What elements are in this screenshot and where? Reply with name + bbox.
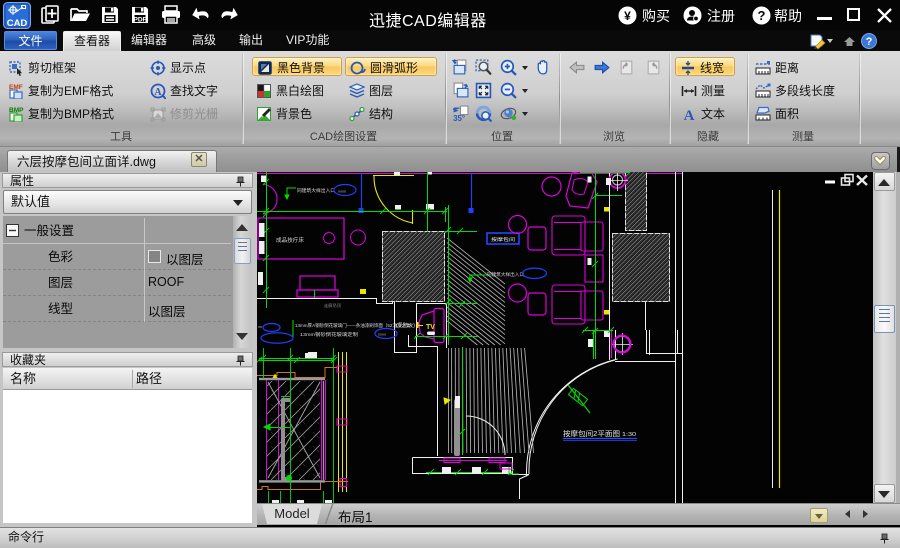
- svg-text:(见防火): (见防火): [396, 322, 415, 329]
- svg-text:按摩包间2平面图: 按摩包间2平面图: [563, 429, 620, 438]
- svg-text:1:30: 1:30: [622, 432, 636, 438]
- svg-text:xx: xx: [258, 324, 262, 329]
- svg-text:xxxx: xxxx: [378, 332, 386, 337]
- svg-text:按摩包间: 按摩包间: [491, 236, 515, 243]
- svg-text:¥: ¥: [624, 9, 631, 23]
- svg-text:成品技疗床: 成品技疗床: [276, 236, 304, 244]
- svg-text:走廊吊顶: 走廊吊顶: [324, 302, 341, 308]
- svg-text:A: A: [154, 87, 162, 98]
- svg-text:35°: 35°: [453, 114, 465, 122]
- svg-text:A: A: [684, 108, 695, 122]
- svg-text:?: ?: [758, 8, 766, 23]
- svg-text:PDF: PDF: [134, 17, 147, 24]
- svg-text:?: ?: [866, 36, 873, 48]
- svg-text:同建筑大样出入口: 同建筑大样出入口: [297, 187, 335, 194]
- svg-text:同建筑大样出入口: 同建筑大样出入口: [487, 271, 524, 278]
- svg-text:13mm钢砂倒花玻璃定制: 13mm钢砂倒花玻璃定制: [300, 331, 358, 338]
- svg-text:TV: TV: [426, 322, 435, 331]
- svg-text:CAD: CAD: [7, 18, 28, 29]
- svg-text:xxxx: xxxx: [338, 189, 346, 194]
